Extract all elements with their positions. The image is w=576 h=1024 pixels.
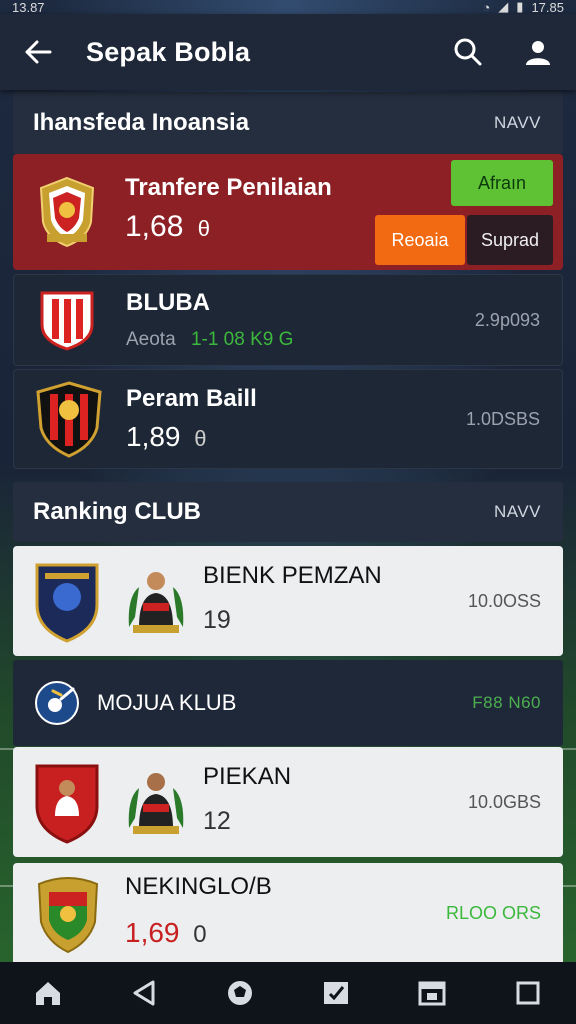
back-arrow-icon[interactable]	[18, 32, 58, 72]
back-icon[interactable]	[124, 973, 164, 1013]
club-sub-value: 1-1 08 K9 G	[190, 329, 294, 350]
section-title: Ranking CLUB	[33, 498, 201, 525]
club-crest-icon	[35, 764, 99, 844]
ball-icon[interactable]	[220, 973, 260, 1013]
section-action-link[interactable]: F88 N60	[472, 693, 541, 713]
wifi-icon: ◔	[482, 0, 491, 15]
content-area: Ihansfeda Inoansia NAVV Tranfere Penilai…	[0, 90, 576, 963]
featured-transfer-card[interactable]: Tranfere Penilaian 1,68 θ Afraın Reoaia …	[13, 154, 563, 270]
status-clock: 17.85	[531, 0, 564, 15]
list-item[interactable]: Peram Baill 1,89 θ 1.0DSBS	[13, 369, 563, 469]
club-crest-icon	[40, 291, 94, 351]
club-rank: 19	[203, 605, 231, 634]
club-crest-icon	[36, 381, 102, 458]
section-action-link[interactable]: NAVV	[494, 502, 541, 522]
club-value-suffix: θ	[194, 426, 207, 451]
transfer-section-header: Ihansfeda Inoansia NAVV	[13, 92, 563, 154]
club-meta: 1.0DSBS	[465, 408, 540, 429]
inbox-icon[interactable]	[316, 973, 356, 1013]
club-name: NEKINGLO/B	[125, 873, 272, 900]
player-avatar-icon	[128, 572, 184, 633]
featured-value-suffix: θ	[197, 216, 210, 241]
ranking-section-header: Ranking CLUB NAVV	[13, 482, 563, 542]
request-button[interactable]: Reoaia	[375, 215, 465, 265]
featured-value-row: 1,68 θ	[125, 210, 332, 244]
section-title: MOJUA KLUB	[97, 690, 237, 715]
club-section-header: MOJUA KLUB F88 N60	[13, 660, 563, 746]
app-bar: Sepak Bobla	[0, 14, 576, 90]
accept-button[interactable]: Afraın	[451, 160, 553, 206]
club-sub-label: Aeota	[126, 329, 176, 350]
battery-icon: ▮	[516, 0, 524, 14]
home-icon[interactable]	[28, 973, 68, 1013]
section-title: Ihansfeda Inoansia	[33, 109, 250, 136]
club-meta: 10.0GBS	[467, 791, 541, 812]
club-rank: 12	[203, 806, 231, 835]
club-meta: RLOO ORS	[445, 902, 541, 923]
club-name: PIEKAN	[203, 762, 292, 790]
club-name: BLUBA	[126, 289, 210, 316]
club-name: BIENK PEMZAN	[203, 561, 382, 589]
club-name: Peram Baill	[126, 385, 257, 412]
status-bar: 13.87 ◔ ◢ ▮ 17.85	[0, 0, 576, 15]
club-crest-icon	[37, 877, 99, 954]
support-button[interactable]: Suprad	[467, 215, 553, 265]
page-title: Sepak Bobla	[86, 36, 251, 67]
section-action-link[interactable]: NAVV	[494, 113, 541, 133]
list-item[interactable]: PIEKAN 12 10.0GBS	[13, 747, 563, 857]
club-meta: 10.0OSS	[467, 590, 541, 611]
status-time: 13.87	[12, 0, 45, 15]
club-crest-icon	[39, 176, 95, 248]
whistle-icon	[35, 681, 79, 725]
list-item[interactable]: NEKINGLO/B 1,69 0 RLOO ORS	[13, 863, 563, 963]
list-item[interactable]: BLUBA Aeota 1-1 08 K9 G 2.9p093	[13, 274, 563, 366]
club-value: 1,89	[126, 421, 181, 452]
bottom-nav	[0, 962, 576, 1024]
club-crest-icon	[35, 563, 99, 643]
square-icon[interactable]	[508, 973, 548, 1013]
list-item[interactable]: BIENK PEMZAN 19 10.0OSS	[13, 546, 563, 656]
club-value: 1,69	[125, 917, 180, 948]
signal-icon: ◢	[498, 0, 509, 14]
profile-icon[interactable]	[518, 32, 558, 72]
player-avatar-icon	[128, 773, 184, 834]
featured-value: 1,68	[125, 210, 184, 243]
club-value-suffix: 0	[193, 921, 207, 948]
featured-title: Tranfere Penilaian	[125, 174, 332, 201]
club-meta: 2.9p093	[474, 309, 540, 330]
search-icon[interactable]	[448, 32, 488, 72]
calendar-icon[interactable]	[412, 973, 452, 1013]
